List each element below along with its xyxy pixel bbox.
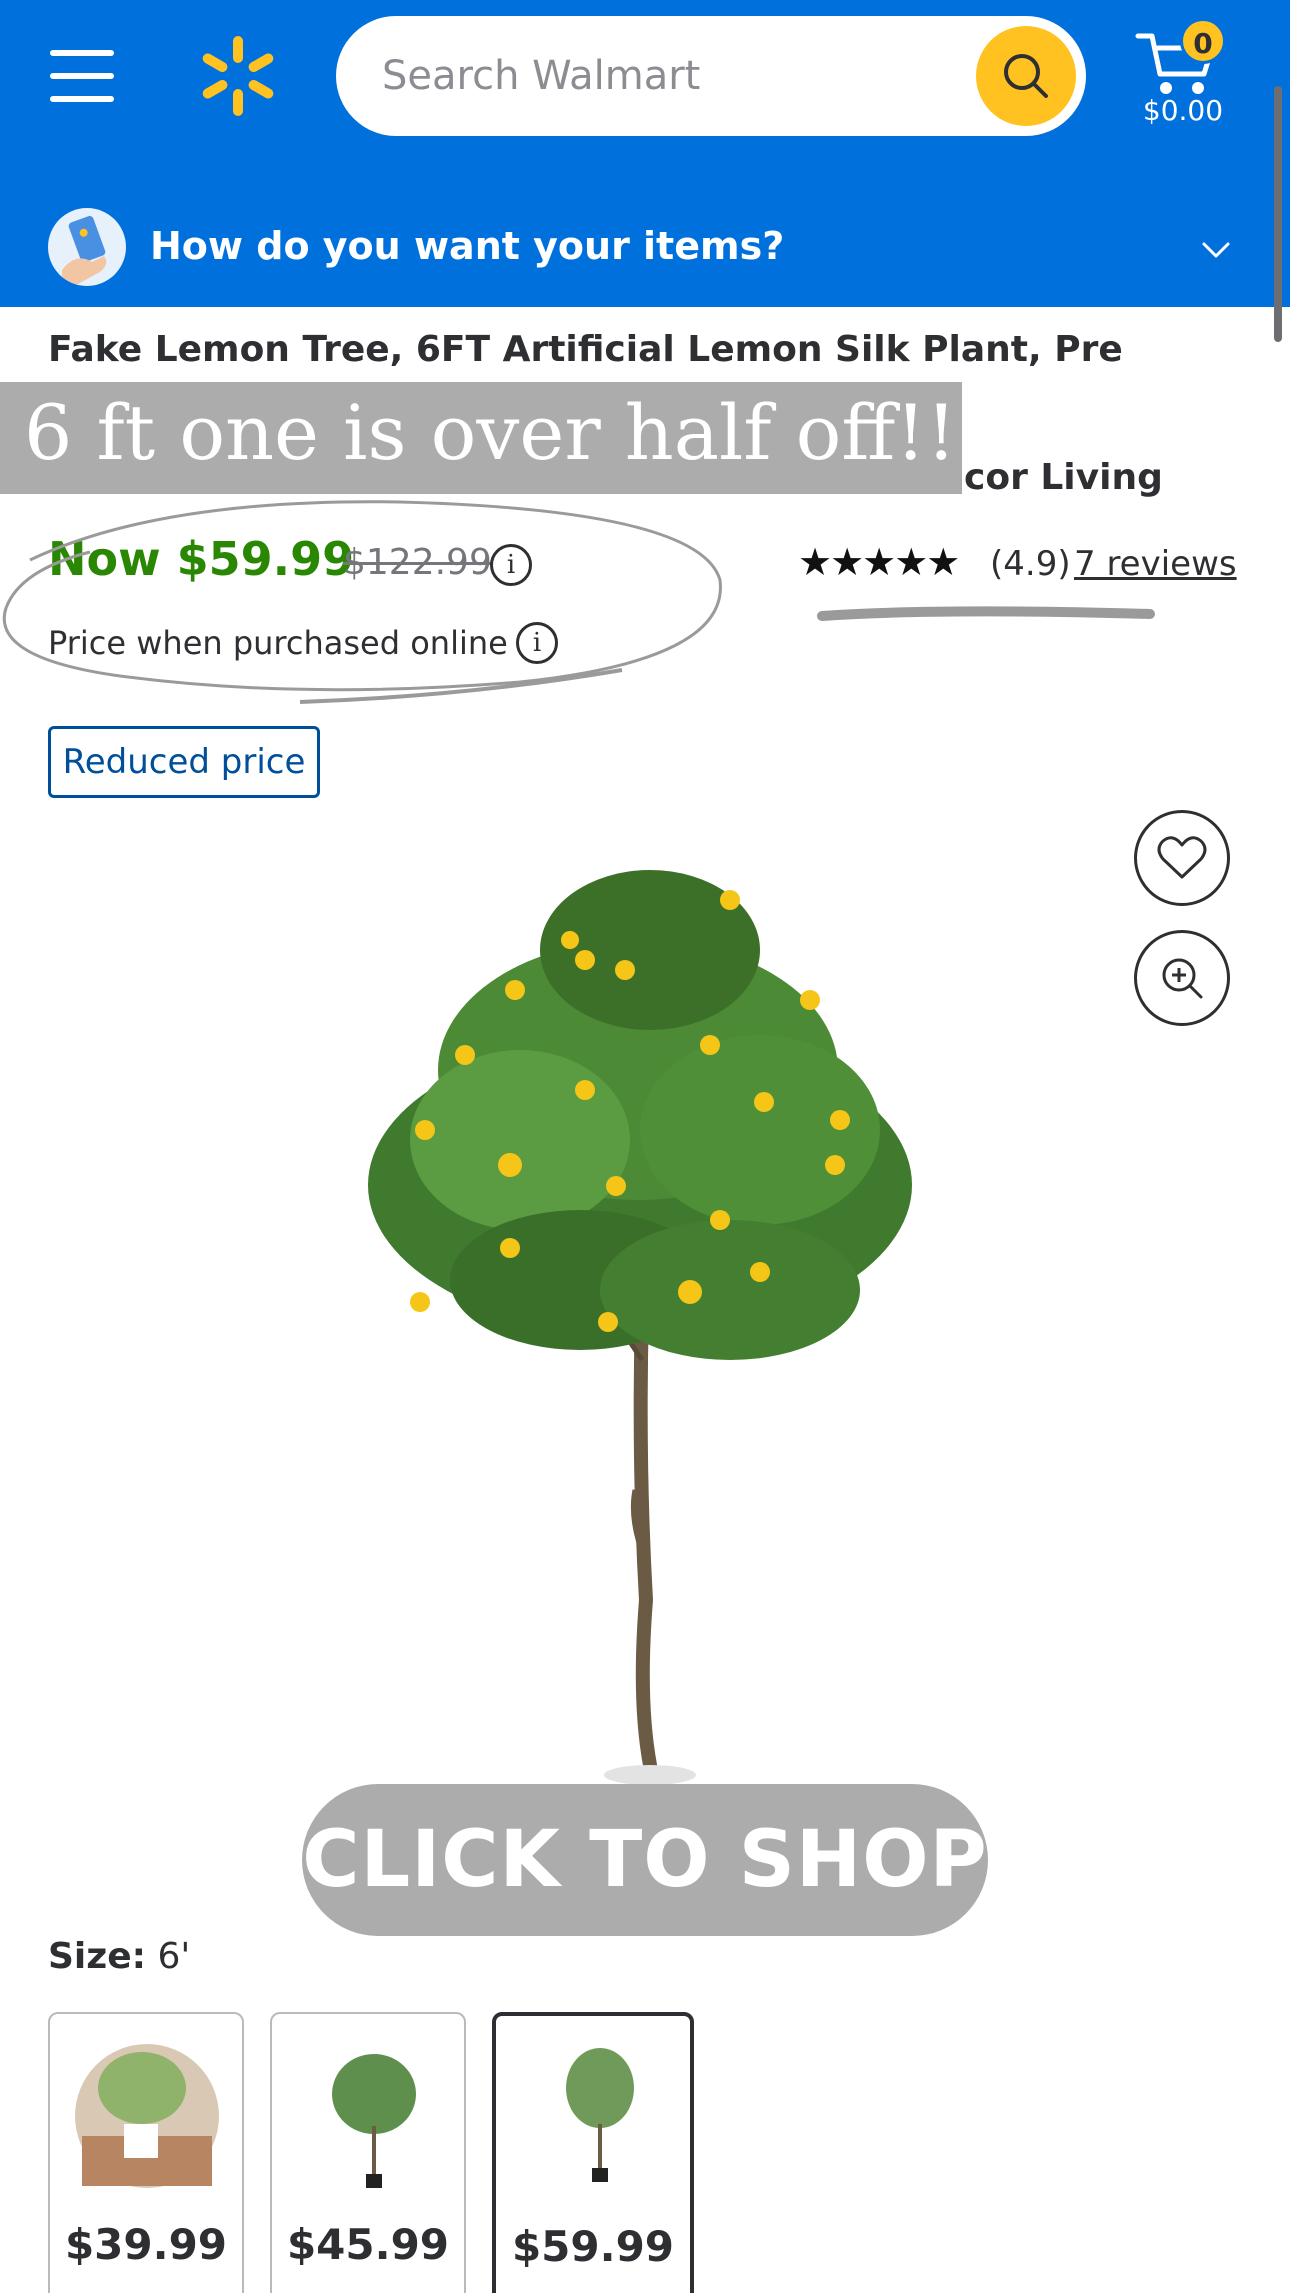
cart-total: $0.00 xyxy=(1142,94,1224,127)
spark-logo-icon[interactable] xyxy=(196,34,280,118)
rating-value: (4.9) xyxy=(990,544,1071,584)
click-to-shop-button[interactable]: CLICK TO SHOP xyxy=(302,1784,988,1936)
product-image[interactable] xyxy=(320,840,940,1790)
zoom-button[interactable] xyxy=(1134,930,1230,1026)
size-variant-option[interactable]: $39.99 xyxy=(48,2012,244,2293)
hamburger-icon[interactable] xyxy=(50,46,116,106)
search-button[interactable] xyxy=(976,26,1076,126)
page-scrollbar[interactable] xyxy=(1274,86,1282,342)
variant-thumbnail xyxy=(566,2048,634,2182)
search-bar xyxy=(336,16,1086,136)
variant-price: $39.99 xyxy=(64,2220,228,2269)
caption-overlay: 6 ft one is over half off!! xyxy=(0,382,962,494)
variant-thumbnail xyxy=(332,2054,416,2188)
chevron-down-icon xyxy=(1202,242,1230,258)
search-icon xyxy=(1004,54,1048,98)
reduced-price-badge: Reduced price xyxy=(48,726,320,798)
size-variant-option-selected[interactable]: $59.99 xyxy=(492,2012,694,2293)
fulfillment-selector[interactable]: How do you want your items? xyxy=(0,196,1290,307)
underline-annotation xyxy=(817,606,1155,621)
size-variant-option[interactable]: $45.99 xyxy=(270,2012,466,2293)
size-value: 6' xyxy=(157,1936,191,1977)
circle-annotation xyxy=(2,500,722,704)
fulfillment-prompt: How do you want your items? xyxy=(150,224,785,268)
size-selector-label: Size: 6' xyxy=(48,1936,190,1977)
search-input[interactable] xyxy=(382,44,902,108)
header-bar: 0 $0.00 How do you want your items? xyxy=(0,0,1290,307)
size-label: Size: xyxy=(48,1936,147,1977)
zoom-in-icon xyxy=(1162,958,1203,999)
variant-thumbnail xyxy=(75,2044,219,2188)
favorite-button[interactable] xyxy=(1134,810,1230,906)
star-rating-icon: ★★★★★ xyxy=(798,540,960,584)
variant-price: $45.99 xyxy=(286,2220,450,2269)
cart-button[interactable]: 0 $0.00 xyxy=(1128,14,1238,134)
cart-count-badge: 0 xyxy=(1180,18,1226,64)
caption-text: 6 ft one is over half off!! xyxy=(24,388,957,477)
fulfillment-icon xyxy=(48,208,126,286)
reviews-link[interactable]: 7 reviews xyxy=(1074,544,1237,584)
heart-icon xyxy=(1157,836,1207,879)
variant-price: $59.99 xyxy=(511,2222,675,2271)
